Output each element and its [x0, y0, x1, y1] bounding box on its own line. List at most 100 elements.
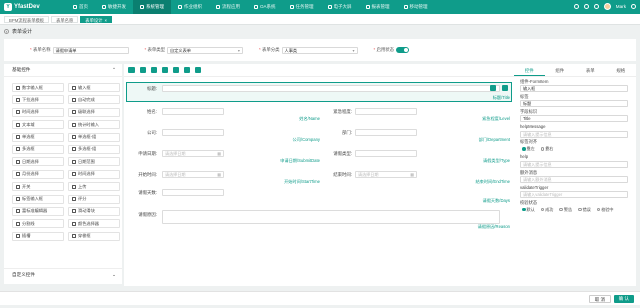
radio-option[interactable]: 校验中 — [596, 207, 614, 213]
custom-components-header[interactable]: 自定义控件 ⌄ — [4, 268, 122, 280]
start-time-picker[interactable]: 请选择日期 — [162, 171, 224, 178]
user-name[interactable]: Mark — [616, 4, 626, 9]
preview-icon[interactable] — [140, 67, 146, 73]
department-input[interactable] — [355, 129, 417, 136]
code-icon[interactable] — [162, 67, 168, 73]
property-label: help — [520, 154, 529, 160]
component-item[interactable]: 日期范围 — [68, 157, 120, 167]
nav-tasks[interactable]: 任务管理 — [283, 0, 321, 14]
leave-type-caption: 请假类型/Type — [483, 158, 510, 163]
property-input[interactable]: Title — [520, 115, 628, 123]
component-item[interactable]: 日期选择 — [12, 157, 64, 167]
nav-mobile[interactable]: 移动管理 — [397, 0, 435, 14]
component-item[interactable]: 单选框-组 — [68, 132, 120, 142]
nav-home[interactable]: 首页 — [66, 0, 95, 14]
property-input[interactable]: 请输入validateTrigger — [520, 190, 628, 198]
form-category-select[interactable]: 人事类 — [281, 46, 358, 54]
component-item[interactable]: 输入框 — [68, 83, 120, 92]
component-item[interactable]: 多选框-组 — [68, 144, 120, 154]
property-input[interactable]: 请输入额外消息 — [520, 175, 628, 183]
component-item[interactable]: 颜色选择器 — [68, 219, 120, 229]
nav-organization[interactable]: 作业组织 — [171, 0, 209, 14]
import-icon[interactable] — [151, 67, 157, 73]
leave-type-label: 请假类型: — [333, 151, 352, 156]
form-name-input[interactable]: 请假申请单 — [52, 46, 129, 54]
component-item[interactable]: 滑动滑块 — [68, 206, 120, 216]
property-input[interactable]: 标题 — [520, 100, 628, 108]
tab-control[interactable]: 控件 — [514, 64, 545, 76]
basic-components-header[interactable]: 基础控件 ⌃ — [4, 64, 122, 77]
settings-icon[interactable] — [631, 4, 636, 9]
component-item[interactable]: 标签输入框 — [12, 194, 64, 204]
component-item[interactable]: 分割线 — [12, 219, 64, 229]
cancel-button[interactable]: 取 消 — [588, 295, 611, 303]
component-item[interactable]: 时间选择 — [12, 107, 64, 117]
reason-label: 请假原因: — [138, 212, 157, 217]
component-item[interactable]: 插槽 — [12, 231, 64, 241]
component-item[interactable]: 数字输入框 — [12, 83, 64, 92]
nav-oa[interactable]: OA系统 — [247, 0, 283, 14]
bell-icon[interactable] — [593, 4, 599, 9]
nav-reports[interactable]: 报表管理 — [359, 0, 397, 14]
nav-system-management[interactable]: 系统管理 — [133, 0, 171, 14]
company-input[interactable] — [162, 129, 224, 136]
close-icon[interactable]: × — [104, 18, 107, 23]
download-icon[interactable] — [184, 67, 190, 73]
nav-workflow[interactable]: 流程应用 — [209, 0, 247, 14]
app-logo[interactable]: Y YfastDev — [4, 3, 40, 11]
copy-icon[interactable] — [490, 85, 496, 91]
component-item[interactable]: 评分 — [68, 194, 120, 204]
component-item[interactable]: 自动完成 — [68, 95, 120, 105]
radio-option[interactable]: 错误 — [578, 207, 591, 213]
property-radio-group: 靠左 靠右 — [520, 146, 630, 153]
radio-option[interactable]: 靠左 — [522, 146, 535, 152]
component-item[interactable]: 下拉选择 — [12, 95, 64, 105]
component-item[interactable]: 富标准编辑器 — [12, 206, 64, 216]
component-item[interactable]: 多选框 — [12, 144, 64, 154]
apply-date-picker[interactable]: 请选择日期 — [162, 150, 224, 157]
enable-toggle[interactable] — [396, 47, 410, 53]
name-input[interactable] — [162, 108, 224, 115]
json-icon[interactable] — [173, 67, 179, 73]
form-type-select[interactable]: 自定义表单 — [167, 46, 244, 54]
tab-bpm-template[interactable]: BPM流程表单模板 — [4, 15, 50, 23]
component-item[interactable]: 单选框 — [12, 132, 64, 142]
days-input[interactable] — [162, 189, 224, 196]
component-item[interactable]: 穿梭框 — [68, 231, 120, 241]
component-item[interactable]: 月份选择 — [12, 169, 64, 179]
nav-big-screen[interactable]: 电子大屏 — [321, 0, 359, 14]
component-item[interactable]: 时间选择 — [68, 169, 120, 179]
component-item[interactable]: 上传 — [68, 182, 120, 192]
property-input[interactable]: 请输入提示信息 — [520, 130, 628, 138]
component-item[interactable]: 文本域 — [12, 120, 64, 130]
component-item[interactable]: 统计时输入 — [68, 120, 120, 130]
search-icon[interactable] — [573, 4, 579, 9]
tab-form[interactable]: 表单 — [575, 64, 606, 76]
reason-textarea[interactable] — [162, 210, 500, 224]
property-input[interactable]: 请输入提示信息 — [520, 160, 628, 168]
tab-component[interactable]: 组件 — [545, 64, 576, 76]
menu-icon[interactable] — [128, 67, 135, 73]
fullscreen-icon[interactable] — [583, 4, 589, 9]
radio-option[interactable]: 警告 — [559, 207, 572, 213]
tab-form-name[interactable]: 表单名称 — [51, 15, 79, 23]
title-input[interactable] — [162, 85, 500, 92]
clear-icon[interactable] — [195, 67, 201, 73]
radio-option[interactable]: 成功 — [540, 207, 553, 213]
avatar[interactable] — [603, 3, 611, 10]
nav-agile-dev[interactable]: 敏捷开发 — [95, 0, 133, 14]
delete-icon[interactable] — [502, 85, 508, 91]
back-arrow-icon[interactable]: ‹ — [4, 29, 9, 34]
radio-option[interactable]: 默认 — [522, 207, 535, 213]
tab-rules[interactable]: 规格 — [606, 64, 637, 76]
confirm-button[interactable]: 确 认 — [613, 295, 634, 303]
level-select[interactable] — [355, 108, 417, 115]
leave-type-select[interactable] — [355, 150, 417, 157]
radio-option[interactable]: 靠右 — [540, 146, 553, 152]
end-time-picker[interactable]: 请选择日期 — [355, 171, 417, 178]
component-item[interactable]: 级联选择 — [68, 107, 120, 117]
tab-form-design[interactable]: 表单设计 × — [80, 15, 112, 23]
radio-icon — [559, 207, 563, 212]
property-select[interactable]: 输入框 — [520, 85, 628, 93]
component-item[interactable]: 开关 — [12, 182, 64, 192]
